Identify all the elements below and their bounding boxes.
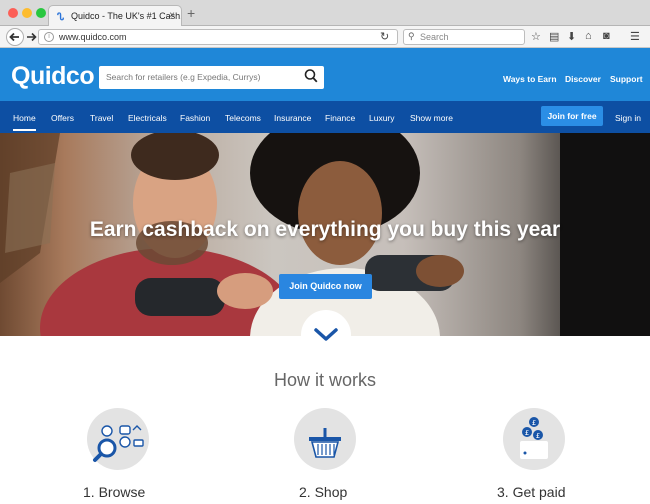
scroll-down-button[interactable]	[301, 310, 351, 360]
coins-icon: £ £ £	[503, 408, 565, 470]
reload-icon[interactable]: ↻	[380, 30, 389, 43]
browser-tab[interactable]: ᔐ Quidco - The UK's #1 Cash... ×	[48, 5, 182, 27]
support-link[interactable]: Support	[610, 74, 643, 84]
svg-text:£: £	[532, 419, 536, 427]
nav-item-home[interactable]: Home	[13, 113, 36, 131]
nav-item-electricals[interactable]: Electricals	[128, 113, 167, 123]
back-arrow-icon	[9, 32, 19, 42]
basket-icon	[294, 408, 356, 470]
join-for-free-button[interactable]: Join for free	[541, 106, 603, 126]
svg-text:£: £	[525, 429, 529, 437]
url-bar[interactable]: i www.quidco.com	[38, 29, 398, 45]
tab-close-icon[interactable]: ×	[169, 10, 175, 21]
step-get-paid-label: 3. Get paid	[497, 484, 566, 500]
browser-search-placeholder: Search	[420, 32, 449, 42]
site-info-icon[interactable]: i	[44, 32, 54, 42]
download-icon[interactable]: ⬇	[567, 30, 576, 43]
browser-search-input[interactable]: ⚲ Search	[403, 29, 525, 45]
retailer-search-placeholder: Search for retailers (e.g Expedia, Curry…	[106, 72, 261, 82]
browser-toolbar: i www.quidco.com ↻ ⚲ Search ☆ ▤ ⬇ ⌂ ◙ ☰	[0, 26, 650, 48]
discover-link[interactable]: Discover	[565, 74, 601, 84]
reading-list-icon[interactable]: ▤	[549, 30, 559, 43]
minimize-window-button[interactable]	[22, 8, 32, 18]
svg-text:£: £	[536, 432, 540, 440]
close-window-button[interactable]	[8, 8, 18, 18]
tab-bar: ᔐ Quidco - The UK's #1 Cash... × +	[0, 0, 650, 27]
ways-to-earn-link[interactable]: Ways to Earn	[503, 74, 557, 84]
nav-item-finance[interactable]: Finance	[325, 113, 355, 123]
nav-item-luxury[interactable]: Luxury	[369, 113, 395, 123]
nav-item-telecoms[interactable]: Telecoms	[225, 113, 261, 123]
join-quidco-now-button[interactable]: Join Quidco now	[279, 274, 372, 299]
step-shop-label: 2. Shop	[299, 484, 348, 500]
bookmark-star-icon[interactable]: ☆	[531, 30, 541, 43]
nav-item-travel[interactable]: Travel	[90, 113, 113, 123]
tab-title: Quidco - The UK's #1 Cash...	[71, 11, 182, 21]
nav-item-insurance[interactable]: Insurance	[274, 113, 311, 123]
back-button[interactable]	[6, 28, 24, 46]
hero-title: Earn cashback on everything you buy this…	[89, 218, 561, 241]
browse-icon	[87, 408, 149, 470]
nav-item-offers[interactable]: Offers	[51, 113, 74, 123]
maximize-window-button[interactable]	[36, 8, 46, 18]
quidco-favicon-icon: ᔐ	[57, 12, 65, 23]
chevron-down-icon	[314, 328, 338, 341]
new-tab-button[interactable]: +	[187, 5, 195, 21]
search-icon[interactable]	[304, 68, 318, 87]
quidco-logo[interactable]: Quidco	[11, 62, 95, 91]
nav-item-fashion[interactable]: Fashion	[180, 113, 210, 123]
forward-arrow-icon	[27, 32, 37, 42]
pocket-icon[interactable]: ◙	[603, 30, 610, 42]
search-icon: ⚲	[408, 31, 415, 41]
how-it-works-title: How it works	[273, 370, 376, 390]
browser-window: ᔐ Quidco - The UK's #1 Cash... × + i www…	[0, 0, 650, 504]
step-browse-label: 1. Browse	[83, 484, 146, 500]
home-icon[interactable]: ⌂	[585, 30, 592, 42]
nav-item-show-more[interactable]: Show more	[410, 113, 453, 123]
url-text: www.quidco.com	[59, 32, 127, 42]
menu-icon[interactable]: ☰	[630, 30, 640, 43]
retailer-search-input[interactable]: Search for retailers (e.g Expedia, Curry…	[99, 66, 324, 89]
sign-in-link[interactable]: Sign in	[615, 113, 641, 123]
